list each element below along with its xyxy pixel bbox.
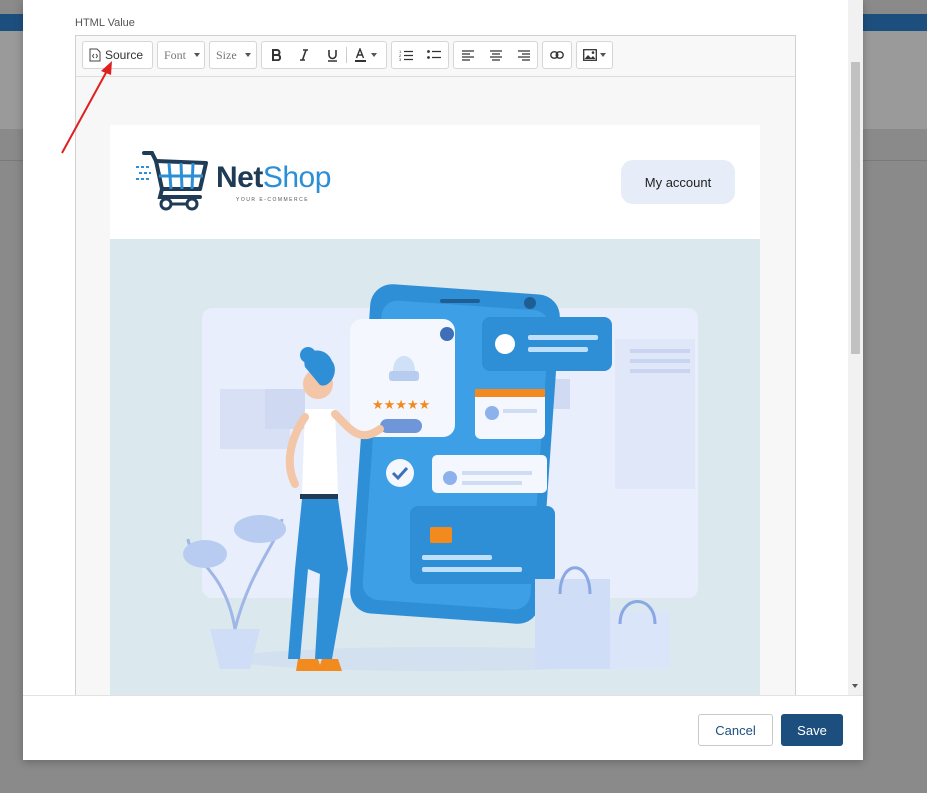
font-select-display: Font (158, 42, 204, 68)
svg-text:3: 3 (399, 57, 402, 61)
image-icon (583, 49, 597, 61)
save-button[interactable]: Save (781, 714, 843, 746)
align-center-icon (490, 49, 502, 61)
netshop-logo: NetShop YOUR E-COMMERCE (134, 149, 354, 213)
link-button[interactable] (543, 42, 571, 68)
toolbar-group-align (453, 41, 538, 69)
modal-scrollbar[interactable] (848, 0, 863, 695)
toolbar-group-image (576, 41, 613, 69)
logo-wordmark: NetShop (216, 161, 331, 194)
italic-button[interactable] (290, 42, 318, 68)
scrollbar-thumb[interactable] (851, 62, 860, 354)
underline-button[interactable] (318, 42, 346, 68)
underline-icon (327, 49, 338, 62)
font-select[interactable]: Font (157, 41, 205, 69)
chevron-down-icon (194, 53, 201, 57)
editor-toolbar: Source Font Size 1 2 3 (76, 36, 795, 77)
size-select-label: Size (216, 47, 237, 62)
hero-illustration: ★★★★★ (110, 239, 760, 714)
annotation-arrow-icon (61, 61, 112, 154)
logo-tagline: YOUR E-COMMERCE (236, 197, 310, 203)
email-header: NetShop YOUR E-COMMERCE My account (110, 125, 760, 239)
text-color-button[interactable] (347, 42, 383, 68)
size-select[interactable]: Size (209, 41, 257, 69)
html-value-label: HTML Value (75, 17, 135, 29)
ordered-list-button[interactable]: 123 (392, 42, 420, 68)
toolbar-group-format (261, 41, 387, 69)
bold-button[interactable] (262, 42, 290, 68)
toolbar-group-link (542, 41, 572, 69)
modal-footer: Cancel Save (23, 695, 863, 760)
toolbar-group-lists: 123 (391, 41, 449, 69)
rich-text-editor: Source Font Size 1 2 3 NetShop YOUR E-CO… (75, 35, 796, 715)
text-color-icon (354, 48, 368, 62)
link-icon (550, 51, 564, 59)
size-select-display: Size (210, 42, 256, 68)
align-center-button[interactable] (482, 42, 510, 68)
align-left-button[interactable] (454, 42, 482, 68)
bold-icon (271, 49, 281, 61)
image-button[interactable] (577, 42, 612, 68)
align-right-icon (518, 49, 530, 61)
shopping-cart-icon (136, 151, 208, 211)
my-account-button[interactable]: My account (621, 160, 735, 204)
chevron-down-icon (244, 53, 251, 57)
align-left-icon (462, 49, 474, 61)
ordered-list-icon: 123 (399, 49, 413, 61)
scroll-down-arrow-icon[interactable] (852, 684, 858, 688)
italic-icon (299, 49, 309, 61)
chevron-down-icon (370, 53, 377, 57)
font-select-label: Font (164, 47, 187, 62)
editor-content-area[interactable]: NetShop YOUR E-COMMERCE My account ★★★★★ (76, 78, 795, 714)
align-right-button[interactable] (510, 42, 538, 68)
unordered-list-button[interactable] (420, 42, 448, 68)
svg-text:★★★★★: ★★★★★ (372, 398, 430, 413)
unordered-list-icon (427, 49, 441, 61)
email-preview: NetShop YOUR E-COMMERCE My account ★★★★★ (110, 125, 760, 714)
chevron-down-icon (600, 53, 606, 57)
cancel-button[interactable]: Cancel (698, 714, 773, 746)
edit-html-modal: HTML Value Source Font Size 1 2 3 NetSho… (23, 0, 863, 760)
